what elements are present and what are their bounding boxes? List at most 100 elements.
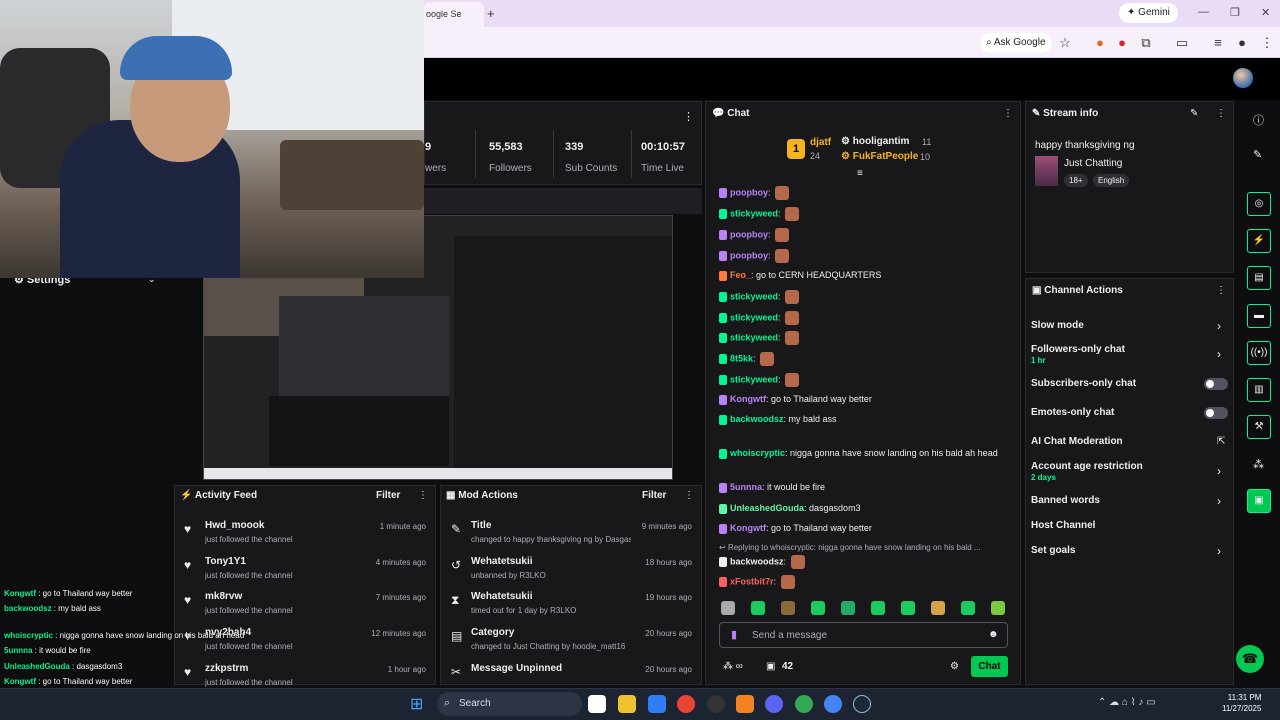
- broadcast-icon[interactable]: ((•)): [1247, 341, 1271, 365]
- feed-item-name[interactable]: mk8rvw: [205, 591, 242, 602]
- chat-button[interactable]: Chat: [971, 656, 1008, 677]
- chat-message[interactable]: whoiscryptic: nigga gonna have snow land…: [719, 448, 998, 459]
- emote-icon[interactable]: [811, 601, 825, 615]
- panel-menu-icon[interactable]: ⋮: [1216, 108, 1226, 119]
- feed-item-name[interactable]: Tony1Y1: [205, 556, 246, 567]
- document-icon[interactable]: ▤: [1247, 266, 1271, 290]
- chat-settings-icon[interactable]: ⚙: [950, 661, 959, 672]
- chat-message[interactable]: UnleashedGouda: dasgasdom3: [719, 503, 861, 514]
- tag-chip[interactable]: 18+: [1064, 174, 1088, 187]
- tab-search-icon[interactable]: ▭: [1174, 35, 1190, 51]
- chat-username[interactable]: backwoodsz: [730, 414, 784, 424]
- support-icon[interactable]: ☎: [1236, 645, 1264, 673]
- channel-action-item[interactable]: Set goals: [1031, 545, 1075, 556]
- feed-item-name[interactable]: zzkpstrm: [205, 663, 248, 674]
- chat-message[interactable]: Kongwtf: go to Thailand way better: [719, 523, 872, 534]
- chevron-right-icon[interactable]: ›: [1217, 347, 1221, 361]
- app-icon[interactable]: [736, 695, 754, 713]
- emote-icon[interactable]: [781, 601, 795, 615]
- panel-menu-icon[interactable]: ⋮: [1003, 108, 1013, 119]
- emote-icon[interactable]: [721, 601, 735, 615]
- mic-icon[interactable]: ▮: [731, 628, 737, 641]
- reading-list-icon[interactable]: ≡: [1210, 35, 1226, 51]
- chat-message[interactable]: 8t5kk:: [719, 352, 775, 366]
- app-icon[interactable]: ▣: [1247, 489, 1271, 513]
- channel-action-item[interactable]: Slow mode: [1031, 320, 1084, 331]
- profile-icon[interactable]: ●: [1234, 35, 1250, 51]
- chat-username[interactable]: poopboy: [730, 229, 768, 239]
- panel-menu-icon[interactable]: ⋮: [1216, 285, 1226, 296]
- layout-icon[interactable]: ▥: [1247, 378, 1271, 402]
- browser-tab[interactable]: oogle Se: [424, 2, 484, 27]
- leaderboard-name[interactable]: djatf: [810, 137, 831, 148]
- chevron-right-icon[interactable]: ›: [1217, 464, 1221, 478]
- extension-icon[interactable]: ⁂: [1253, 458, 1264, 471]
- points-icon[interactable]: ⁂ ∞: [723, 661, 743, 672]
- store-icon[interactable]: [648, 695, 666, 713]
- chat-message[interactable]: stickyweed:: [719, 331, 800, 345]
- avatar[interactable]: [1233, 68, 1253, 88]
- emote-icon[interactable]: [991, 601, 1005, 615]
- discord-icon[interactable]: [765, 695, 783, 713]
- emote-icon[interactable]: [871, 601, 885, 615]
- maximize-icon[interactable]: ❐: [1230, 6, 1240, 19]
- chat-message[interactable]: poopboy:: [719, 249, 790, 263]
- chat-message[interactable]: stickyweed:: [719, 207, 800, 221]
- chat-username[interactable]: stickyweed: [730, 332, 778, 342]
- chat-username[interactable]: Kongwtf: [730, 394, 766, 404]
- chat-username[interactable]: stickyweed: [730, 374, 778, 384]
- chat-username[interactable]: stickyweed: [730, 312, 778, 322]
- chrome-icon[interactable]: [677, 695, 695, 713]
- chevron-right-icon[interactable]: ›: [1217, 494, 1221, 508]
- chat-username[interactable]: backwoodsz: [730, 556, 784, 566]
- chat-username[interactable]: stickyweed: [730, 208, 778, 218]
- feed-item-name[interactable]: Hwd_moook: [205, 520, 264, 531]
- emote-picker-icon[interactable]: ☻: [988, 629, 999, 640]
- filter-button[interactable]: Filter: [642, 490, 666, 501]
- emote-icon[interactable]: [841, 601, 855, 615]
- info-icon[interactable]: ⓘ: [1253, 112, 1264, 128]
- toggle-switch[interactable]: [1204, 407, 1228, 419]
- chat-message[interactable]: stickyweed:: [719, 373, 800, 387]
- chrome-icon[interactable]: [795, 695, 813, 713]
- channel-action-item[interactable]: Emotes-only chat: [1031, 407, 1114, 418]
- steam-icon[interactable]: [853, 695, 871, 713]
- channel-action-item[interactable]: Subscribers-only chat: [1031, 378, 1136, 389]
- menu-icon[interactable]: ⋮: [1259, 35, 1275, 51]
- chrome-icon[interactable]: [824, 695, 842, 713]
- chevron-right-icon[interactable]: ›: [1217, 319, 1221, 333]
- channel-action-item[interactable]: Banned words: [1031, 495, 1100, 506]
- chat-message[interactable]: Kongwtf: go to Thailand way better: [719, 394, 872, 405]
- channel-action-item[interactable]: Followers-only chat: [1031, 344, 1125, 355]
- windows-start-icon[interactable]: ⊞: [410, 694, 423, 714]
- emote-icon[interactable]: [931, 601, 945, 615]
- category-name[interactable]: Just Chatting: [1064, 158, 1122, 169]
- gift-icon[interactable]: ▣: [766, 661, 775, 672]
- extension-icon[interactable]: ●: [1114, 35, 1130, 51]
- pencil-icon[interactable]: ✎: [1253, 148, 1262, 161]
- close-window-icon[interactable]: ✕: [1261, 6, 1270, 19]
- chat-username[interactable]: stickyweed: [730, 291, 778, 301]
- leaderboard-name[interactable]: ⚙ FukFatPeople: [841, 151, 918, 162]
- taskbar-search[interactable]: Search: [437, 692, 582, 716]
- panel-menu-icon[interactable]: ⋮: [684, 490, 694, 501]
- chat-message[interactable]: stickyweed:: [719, 311, 800, 325]
- external-link-icon[interactable]: ⇱: [1217, 436, 1225, 447]
- tag-chip[interactable]: English: [1093, 174, 1130, 187]
- folder-icon[interactable]: [618, 695, 636, 713]
- chat-username[interactable]: poopboy: [730, 187, 768, 197]
- chat-username[interactable]: Kongwtf: [730, 523, 766, 533]
- emote-icon[interactable]: [901, 601, 915, 615]
- wrench-icon[interactable]: ⚒: [1247, 415, 1271, 439]
- new-tab-icon[interactable]: +: [487, 6, 495, 21]
- chat-message[interactable]: poopboy:: [719, 228, 790, 242]
- chat-bubble-icon[interactable]: ▬: [1247, 304, 1271, 328]
- chat-username[interactable]: Feo_: [730, 270, 751, 280]
- chat-username[interactable]: poopboy: [730, 250, 768, 260]
- ask-google-button[interactable]: ⌕ Ask Google: [980, 33, 1052, 53]
- expand-leaderboard-icon[interactable]: ≡: [857, 168, 863, 179]
- filter-button[interactable]: Filter: [376, 490, 400, 501]
- tray-icons[interactable]: ⌃ ☁ ⌂ ⌇ ♪ ▭: [1098, 697, 1156, 708]
- clip-icon[interactable]: ◎: [1247, 192, 1271, 216]
- chat-username[interactable]: whoiscryptic: [730, 448, 785, 458]
